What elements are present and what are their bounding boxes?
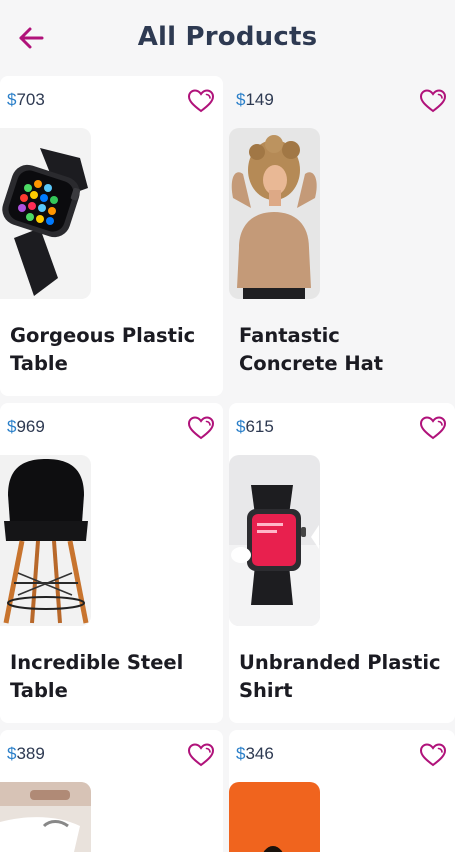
product-price: $346 (236, 744, 274, 763)
favorite-heart-icon[interactable] (419, 741, 447, 769)
product-price: $969 (7, 417, 45, 436)
product-name: Unbranded Plastic Shirt (239, 651, 441, 702)
product-price: $149 (236, 90, 274, 109)
product-image (0, 782, 91, 852)
product-card[interactable]: $615 Unbranded Plastic Shirt (229, 403, 455, 723)
product-image (229, 455, 320, 626)
product-image (229, 128, 320, 299)
product-card[interactable]: $149 Fantastic Concrete Hat (229, 76, 455, 396)
product-name: Gorgeous Plastic Table (10, 324, 196, 375)
favorite-heart-icon[interactable] (187, 414, 215, 442)
favorite-heart-icon[interactable] (419, 87, 447, 115)
app-header: All Products (0, 0, 455, 76)
favorite-heart-icon[interactable] (419, 414, 447, 442)
product-image (0, 455, 91, 626)
favorite-heart-icon[interactable] (187, 741, 215, 769)
product-card[interactable]: $969 Incredible Steel Table (0, 403, 223, 723)
product-price: $615 (236, 417, 274, 436)
product-image (229, 782, 320, 852)
product-card[interactable]: $389 (0, 730, 223, 852)
product-name: Fantastic Concrete Hat (239, 324, 384, 375)
page-title: All Products (137, 22, 318, 52)
product-image (0, 128, 91, 299)
product-price: $703 (7, 90, 45, 109)
product-card[interactable]: $703 Gorgeous Plastic Table (0, 76, 223, 396)
product-name: Incredible Steel Table (10, 651, 184, 702)
product-card[interactable]: $346 (229, 730, 455, 852)
product-price: $389 (7, 744, 45, 763)
favorite-heart-icon[interactable] (187, 87, 215, 115)
